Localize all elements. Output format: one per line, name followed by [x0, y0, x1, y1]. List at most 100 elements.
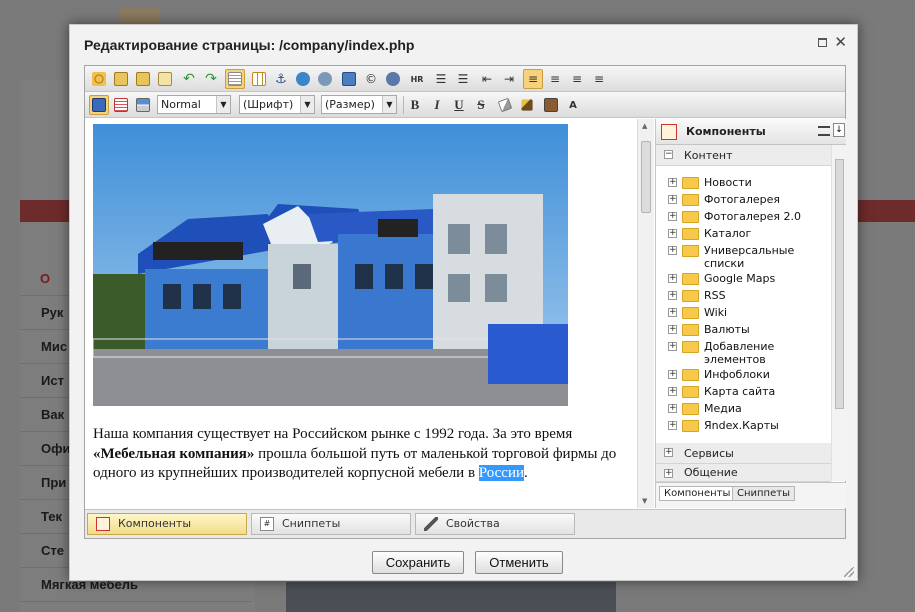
tree-item[interactable]: + Медиа: [656, 400, 831, 417]
scroll-down-icon[interactable]: ▼: [642, 497, 647, 505]
tree-item[interactable]: + Каталог: [656, 225, 831, 242]
split-mode-icon[interactable]: [133, 95, 153, 115]
content-paragraph[interactable]: Наша компания существует на Российском р…: [93, 425, 623, 484]
resize-handle[interactable]: [844, 567, 854, 577]
strikethrough-button[interactable]: S: [471, 95, 491, 115]
section-communication[interactable]: + Общение: [656, 464, 831, 482]
expand-icon[interactable]: +: [668, 308, 677, 317]
panel-scrollbar[interactable]: [831, 145, 846, 481]
tree-item[interactable]: + Карта сайта: [656, 383, 831, 400]
expand-icon[interactable]: +: [668, 370, 677, 379]
link-icon[interactable]: [293, 69, 313, 89]
anchor-icon[interactable]: ⚓: [271, 69, 291, 89]
align-center-icon[interactable]: ≡: [545, 69, 565, 89]
bgcolor-icon[interactable]: [541, 95, 561, 115]
expand-icon[interactable]: +: [664, 448, 673, 457]
section-services[interactable]: + Сервисы: [656, 443, 831, 464]
tree-item[interactable]: + Яndex.Карты: [656, 417, 831, 434]
font-select[interactable]: (Шрифт) ▼: [239, 95, 315, 114]
download-icon[interactable]: ↓: [833, 123, 845, 137]
size-select[interactable]: (Размер) ▼: [321, 95, 397, 114]
cancel-button[interactable]: Отменить: [475, 551, 563, 574]
format-select[interactable]: Normal ▼: [157, 95, 231, 114]
tree-item[interactable]: + RSS: [656, 287, 831, 304]
expand-icon[interactable]: +: [668, 325, 677, 334]
expand-icon[interactable]: +: [668, 274, 677, 283]
save-icon[interactable]: [111, 69, 131, 89]
folder-icon: [682, 245, 699, 257]
collapse-icon[interactable]: −: [664, 150, 673, 159]
expand-icon[interactable]: +: [668, 195, 677, 204]
tab-snippets[interactable]: Сниппеты: [732, 486, 795, 501]
tab-snippets-bottom[interactable]: # Сниппеты: [251, 513, 411, 535]
tree-item[interactable]: + Добавление элементов: [656, 338, 831, 366]
tab-components-bottom[interactable]: Компоненты: [87, 513, 247, 535]
italic-button[interactable]: I: [427, 95, 447, 115]
expand-icon[interactable]: +: [668, 246, 677, 255]
image-icon[interactable]: [339, 69, 359, 89]
table-icon[interactable]: [249, 69, 269, 89]
code-mode-icon[interactable]: [111, 95, 131, 115]
align-justify-icon[interactable]: ≡: [589, 69, 609, 89]
unordered-list-icon[interactable]: ☰: [453, 69, 473, 89]
scroll-up-icon[interactable]: ▲: [642, 122, 647, 130]
tab-properties-bottom[interactable]: Свойства: [415, 513, 575, 535]
horizontal-rule-icon[interactable]: HR: [407, 69, 427, 89]
tab-components[interactable]: Компоненты: [659, 486, 736, 501]
paragraph-text: Наша компания существует на Российском р…: [93, 426, 573, 442]
expand-icon[interactable]: +: [668, 212, 677, 221]
folder-icon: [682, 228, 699, 240]
list-view-icon[interactable]: [818, 126, 830, 136]
expand-icon[interactable]: +: [668, 421, 677, 430]
scrollbar-thumb[interactable]: [641, 141, 651, 213]
expand-icon[interactable]: +: [668, 178, 677, 187]
eraser-icon[interactable]: [495, 95, 515, 115]
tree-item[interactable]: + Валюты: [656, 321, 831, 338]
save-as-icon[interactable]: [133, 69, 153, 89]
tree-item[interactable]: + Новости: [656, 174, 831, 191]
expand-icon[interactable]: +: [664, 469, 673, 478]
save-button[interactable]: Сохранить: [372, 551, 464, 574]
close-icon[interactable]: ✕: [834, 33, 847, 51]
redo-icon[interactable]: ↷: [201, 69, 221, 89]
tree-item[interactable]: + Google Maps: [656, 270, 831, 287]
tree-item[interactable]: + Универсальные списки: [656, 242, 831, 270]
underline-button[interactable]: U: [449, 95, 469, 115]
undo-icon[interactable]: ↶: [179, 69, 199, 89]
bold-button[interactable]: B: [405, 95, 425, 115]
tree-item[interactable]: + Wiki: [656, 304, 831, 321]
panel-header: Компоненты ↓: [656, 119, 846, 145]
selected-text: России: [478, 465, 525, 481]
flash-icon[interactable]: [383, 69, 403, 89]
properties-icon[interactable]: [155, 69, 175, 89]
tree-item[interactable]: + Фотогалерея: [656, 191, 831, 208]
content-scrollbar[interactable]: ▲ ▼: [637, 119, 654, 508]
tree-item[interactable]: + Инфоблоки: [656, 366, 831, 383]
components-icon: [96, 517, 110, 531]
brush-icon[interactable]: [517, 95, 537, 115]
tree-item[interactable]: + Фотогалерея 2.0: [656, 208, 831, 225]
folder-icon: [682, 369, 699, 381]
align-left-icon[interactable]: ≡: [523, 69, 543, 89]
align-right-icon[interactable]: ≡: [567, 69, 587, 89]
source-mode-icon[interactable]: [225, 69, 245, 89]
copyright-icon[interactable]: ©: [361, 69, 381, 89]
maximize-icon[interactable]: [818, 38, 827, 47]
indent-icon[interactable]: ⇥: [499, 69, 519, 89]
building-photo: [93, 124, 568, 406]
scrollbar-thumb[interactable]: [835, 159, 844, 409]
expand-icon[interactable]: +: [668, 404, 677, 413]
font-color-icon[interactable]: A: [563, 95, 583, 115]
panel-title: Компоненты: [686, 125, 766, 138]
expand-icon[interactable]: +: [668, 387, 677, 396]
ordered-list-icon[interactable]: ☰: [431, 69, 451, 89]
expand-icon[interactable]: +: [668, 229, 677, 238]
expand-icon[interactable]: +: [668, 291, 677, 300]
unlink-icon[interactable]: [315, 69, 335, 89]
settings-icon[interactable]: [89, 69, 109, 89]
outdent-icon[interactable]: ⇤: [477, 69, 497, 89]
section-content[interactable]: − Контент: [656, 145, 831, 166]
editor-content[interactable]: Наша компания существует на Российском р…: [86, 119, 637, 508]
wysiwyg-mode-icon[interactable]: [89, 95, 109, 115]
expand-icon[interactable]: +: [668, 342, 677, 351]
